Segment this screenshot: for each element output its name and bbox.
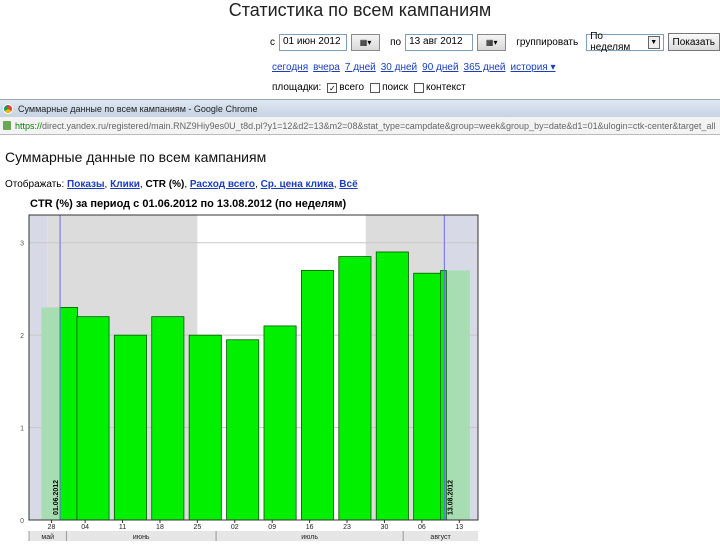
month-label: июнь — [133, 534, 150, 541]
to-label: по — [390, 36, 402, 48]
x-tick-label: 11 — [119, 524, 126, 531]
url-scheme: https:// — [15, 120, 43, 131]
chart-bar — [300, 270, 334, 521]
content-title: Суммарные данные по всем кампаниям — [5, 149, 267, 165]
display-link-all[interactable]: Всё — [339, 179, 357, 190]
to-date-input[interactable]: 13 авг 2012 — [405, 33, 474, 51]
chevron-down-icon: ▼ — [647, 35, 660, 49]
chrome-logo-icon — [3, 103, 13, 114]
chart-bar — [375, 251, 409, 521]
y-tick-label: 1 — [20, 426, 24, 433]
x-tick-label: 09 — [268, 524, 276, 531]
x-tick-label: 28 — [48, 524, 56, 531]
month-label: июль — [301, 534, 318, 541]
chart-bar — [440, 270, 447, 521]
url-text: direct.yandex.ru/registered/main.RNZ9Hiy… — [42, 120, 716, 131]
group-select[interactable]: По неделям ▼ — [586, 31, 664, 53]
chart-bar — [338, 256, 372, 521]
ctr-bar-chart: 012301.06.2012 13.08.201228 04 11 18 25 02 09 16… — [20, 214, 479, 541]
x-tick-label: 13 — [455, 524, 463, 531]
address-bar[interactable]: https:// direct.yandex.ru/registered/mai… — [0, 117, 720, 135]
show-button[interactable]: Показать — [667, 33, 720, 51]
period-end-label: 13.08.2012 — [447, 480, 454, 515]
chart-bar — [59, 307, 79, 521]
checkbox-all[interactable]: ✓ — [327, 82, 338, 93]
chart-bar — [188, 334, 222, 521]
month-label: август — [430, 534, 451, 541]
period-link-today[interactable]: сегодня — [272, 62, 308, 73]
chart-title: CTR (%) за период с 01.06.2012 по 13.08.… — [30, 198, 347, 210]
screen: Статистика по всем кампаниям с 01 июн 20… — [0, 0, 720, 549]
y-tick-label: 0 — [20, 518, 24, 525]
lock-icon — [3, 121, 11, 130]
page-title: Статистика по всем кампаниям — [228, 0, 492, 20]
display-link-impressions[interactable]: Показы — [67, 179, 105, 190]
window-title: Суммарные данные по всем кампаниям - Goo… — [18, 103, 258, 114]
checkbox-search[interactable] — [370, 82, 381, 93]
chrome-title-bar[interactable]: Суммарные данные по всем кампаниям - Goo… — [0, 99, 720, 117]
period-link-yesterday[interactable]: вчера — [313, 62, 340, 73]
x-tick-label: 25 — [193, 524, 201, 531]
x-tick-label: 02 — [231, 524, 239, 531]
places-label: площадки: — [272, 82, 322, 93]
y-tick-label: 2 — [20, 333, 24, 340]
chart-bar — [151, 316, 185, 521]
chart-bar — [226, 339, 260, 521]
x-tick-label: 04 — [81, 524, 89, 531]
checkbox-all-label: всего — [339, 82, 365, 93]
display-current-ctr: CTR (%) — [145, 179, 185, 190]
period-link-90days[interactable]: 90 дней — [422, 62, 458, 73]
from-label: с — [270, 36, 275, 48]
calendar-button-to[interactable]: ▦▾ — [477, 33, 507, 51]
group-select-value: По неделям — [590, 31, 631, 53]
calendar-button-from[interactable]: ▦▾ — [351, 33, 381, 51]
chart-bar — [113, 334, 147, 521]
period-links: сегодня вчера 7 дней 30 дней 90 дней 365 дней… — [272, 62, 561, 73]
y-tick-label: 3 — [20, 241, 24, 248]
from-date-input[interactable]: 01 июн 2012 — [279, 33, 348, 51]
places-row: площадки: ✓ всего поиск контекст — [272, 82, 466, 93]
display-link-clicks[interactable]: Клики — [110, 179, 140, 190]
period-link-7days[interactable]: 7 дней — [345, 62, 376, 73]
display-label: Отображать: — [5, 179, 65, 190]
month-label: май — [41, 533, 54, 541]
checkbox-search-label: поиск — [382, 82, 408, 93]
chart-bar — [263, 325, 297, 521]
chart-bar — [76, 316, 110, 521]
x-tick-label: 18 — [156, 524, 164, 531]
group-label: группировать — [516, 36, 579, 48]
period-start-label: 01.06.2012 — [53, 480, 60, 515]
month-strip — [29, 531, 478, 541]
checkbox-context[interactable] — [414, 82, 424, 93]
x-tick-label: 06 — [418, 524, 426, 531]
period-link-30days[interactable]: 30 дней — [381, 62, 417, 73]
display-link-avg-cpc[interactable]: Ср. цена клика — [261, 179, 334, 190]
date-filter-row: с 01 июн 2012 ▦▾ по 13 авг 2012 ▦▾ групп… — [270, 31, 720, 53]
display-link-spend[interactable]: Расход всего — [190, 179, 255, 190]
x-tick-label: 16 — [306, 524, 314, 531]
x-tick-label: 23 — [343, 524, 351, 531]
checkbox-context-label: контекст — [426, 82, 466, 93]
x-tick-label: 30 — [381, 524, 389, 531]
period-link-365days[interactable]: 365 дней — [464, 62, 506, 73]
period-link-history[interactable]: история ▾ — [511, 62, 556, 73]
display-selector: Отображать: Показы, Клики, CTR (%), Расх… — [5, 179, 358, 190]
